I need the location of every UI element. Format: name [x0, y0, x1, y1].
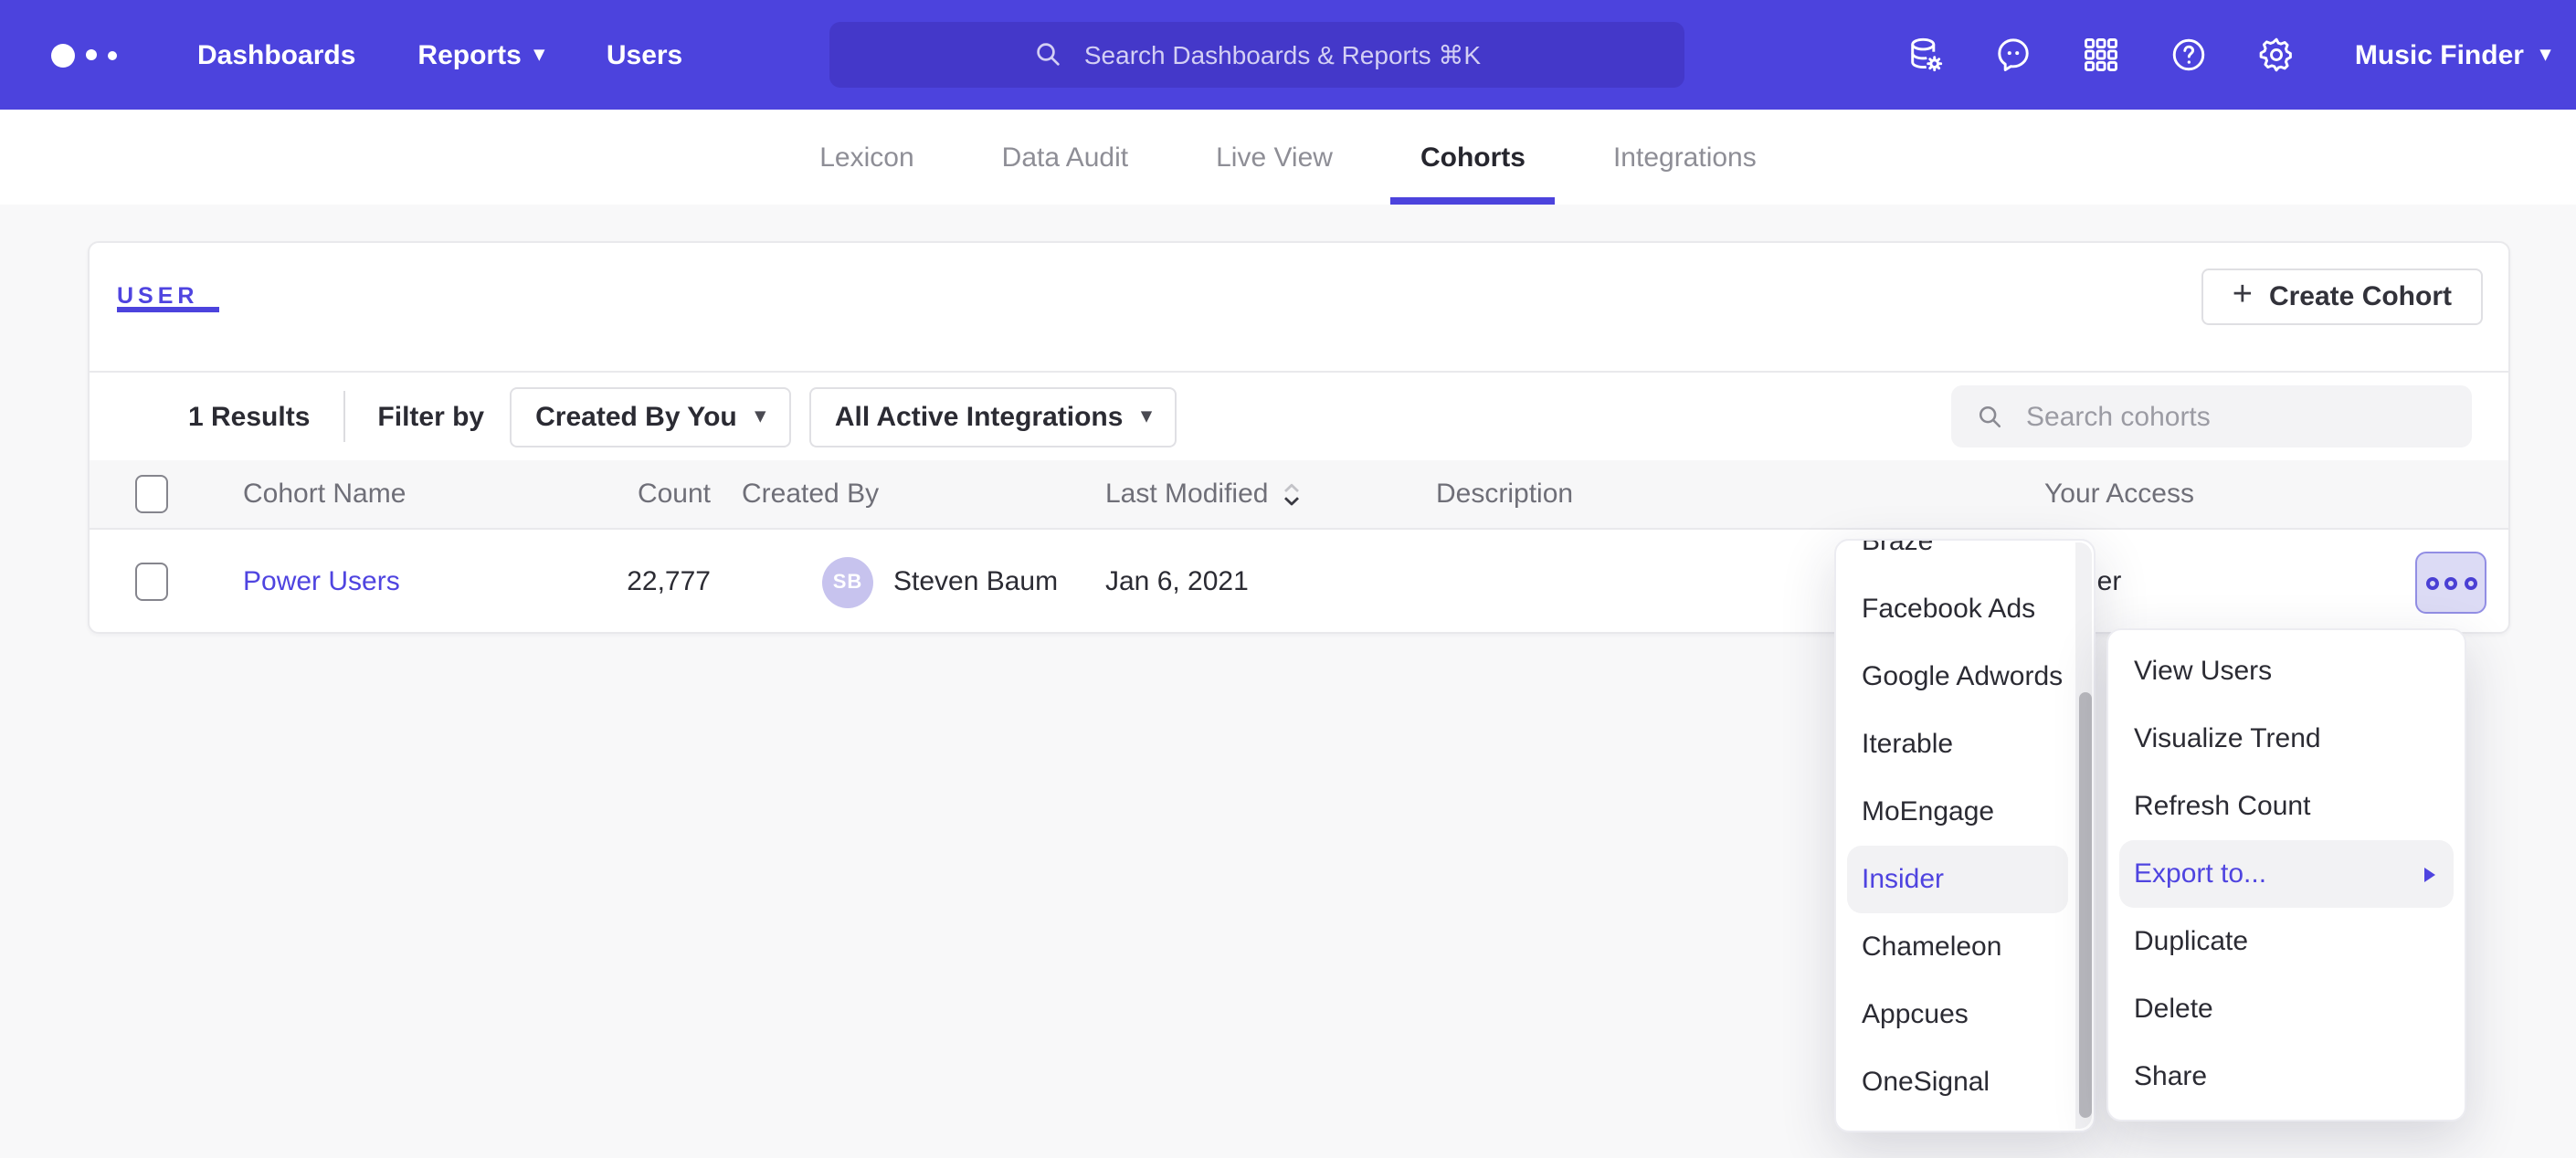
export-destinations-list: Braze Facebook Ads Google Adwords Iterab… [1836, 539, 2094, 1116]
filter-toolbar: 1 Results Filter by Created By You ▾ All… [90, 373, 2508, 460]
chevron-down-icon: ▾ [1141, 406, 1151, 426]
feedback-icon[interactable] [1993, 35, 2033, 75]
menu-item-iterable[interactable]: Iterable [1836, 711, 2094, 778]
data-management-tabs: Lexicon Data Audit Live View Cohorts Int… [0, 110, 2576, 205]
settings-icon[interactable] [2256, 35, 2296, 75]
created-by-filter-dropdown[interactable]: Created By You ▾ [510, 386, 791, 447]
col-your-access: Your Access [2044, 460, 2194, 528]
table-header: Cohort Name Count Created By Last Modifi… [90, 460, 2508, 530]
row-checkbox[interactable] [135, 563, 168, 601]
menu-item-facebook-ads[interactable]: Facebook Ads [1836, 575, 2094, 643]
avatar: SB [822, 556, 873, 607]
export-destinations-menu: Braze Facebook Ads Google Adwords Iterab… [1834, 539, 2096, 1132]
menu-item-appcues[interactable]: Appcues [1836, 981, 2094, 1048]
menu-item-braze[interactable]: Braze [1836, 539, 2094, 575]
chevron-down-icon: ▾ [755, 406, 765, 426]
last-modified-cell: Jan 6, 2021 [1105, 530, 1249, 634]
chevron-down-icon: ▾ [2540, 45, 2550, 65]
search-cohorts-placeholder: Search cohorts [2026, 401, 2211, 432]
plus-icon: + [2233, 278, 2253, 312]
col-cohort-name: Cohort Name [243, 460, 406, 528]
menu-item-share[interactable]: Share [2108, 1043, 2465, 1111]
data-management-icon[interactable] [1906, 35, 1946, 75]
nav-reports[interactable]: Reports▾ [417, 39, 544, 70]
create-cohort-button[interactable]: + Create Cohort [2201, 268, 2483, 325]
nav-dashboards[interactable]: Dashboards [197, 39, 355, 70]
submenu-arrow-icon [2423, 865, 2437, 883]
scrollbar-thumb[interactable] [2079, 692, 2092, 1118]
created-by-cell: SB Steven Baum [822, 530, 1058, 634]
tab-data-audit[interactable]: Data Audit [973, 110, 1157, 205]
menu-item-onesignal[interactable]: OneSignal [1836, 1048, 2094, 1116]
col-count: Count [528, 460, 711, 528]
menu-item-refresh-count[interactable]: Refresh Count [2108, 773, 2465, 840]
navbar-right: Music Finder ▾ [1906, 0, 2550, 110]
top-navbar: Dashboards Reports▾ Users Search Dashboa… [0, 0, 2576, 110]
menu-item-view-users[interactable]: View Users [2108, 637, 2465, 705]
help-icon[interactable] [2169, 35, 2209, 75]
results-count: 1 Results [188, 401, 310, 432]
table-row: Power Users 22,777 SB Steven Baum Jan 6,… [90, 530, 2508, 634]
col-last-modified: Last Modified [1105, 460, 1301, 528]
row-actions-menu: View Users Visualize Trend Refresh Count… [2106, 628, 2466, 1121]
search-cohorts-input[interactable]: Search cohorts [1951, 385, 2472, 447]
apps-grid-icon[interactable] [2081, 35, 2121, 75]
cohorts-card: USER + Create Cohort 1 Results Filter by… [88, 241, 2510, 634]
row-actions-button[interactable] [2415, 552, 2486, 614]
global-search-placeholder: Search Dashboards & Reports ⌘K [1084, 39, 1481, 70]
tab-live-view[interactable]: Live View [1187, 110, 1362, 205]
menu-item-moengage[interactable]: MoEngage [1836, 778, 2094, 846]
created-by-name: Steven Baum [893, 566, 1058, 597]
col-created-by: Created By [742, 460, 879, 528]
project-name: Music Finder [2355, 39, 2524, 70]
menu-item-insider[interactable]: Insider [1847, 846, 2068, 913]
menu-item-duplicate[interactable]: Duplicate [2108, 908, 2465, 975]
menu-item-chameleon[interactable]: Chameleon [1836, 913, 2094, 981]
cohorts-page: Dashboards Reports▾ Users Search Dashboa… [0, 0, 2576, 1158]
nav-users[interactable]: Users [607, 39, 682, 70]
active-tab-underline [117, 306, 219, 312]
select-all-checkbox[interactable] [135, 475, 168, 513]
card-header: USER + Create Cohort [90, 243, 2508, 373]
cohort-name-link[interactable]: Power Users [243, 566, 400, 597]
menu-item-delete[interactable]: Delete [2108, 975, 2465, 1043]
search-icon [1033, 38, 1066, 71]
sort-icon[interactable] [1283, 481, 1301, 507]
menu-item-google-adwords[interactable]: Google Adwords [1836, 643, 2094, 711]
mixpanel-logo-icon[interactable] [51, 43, 117, 67]
search-icon [1975, 401, 2006, 432]
nav-links: Dashboards Reports▾ Users [197, 39, 682, 70]
filter-by-label: Filter by [377, 401, 484, 432]
menu-item-visualize-trend[interactable]: Visualize Trend [2108, 705, 2465, 773]
integrations-filter-dropdown[interactable]: All Active Integrations ▾ [809, 386, 1177, 447]
col-description: Description [1436, 460, 1573, 528]
more-dots-icon [2425, 576, 2438, 589]
project-selector[interactable]: Music Finder ▾ [2355, 39, 2550, 70]
global-search-input[interactable]: Search Dashboards & Reports ⌘K [829, 22, 1684, 88]
tab-cohorts[interactable]: Cohorts [1391, 110, 1555, 205]
tab-integrations[interactable]: Integrations [1584, 110, 1786, 205]
chevron-down-icon: ▾ [534, 45, 544, 65]
tab-lexicon[interactable]: Lexicon [790, 110, 943, 205]
menu-item-export-to[interactable]: Export to... [2119, 840, 2454, 908]
cohort-count: 22,777 [528, 530, 711, 634]
tab-user-cohorts[interactable]: USER [117, 283, 198, 309]
divider [343, 391, 344, 442]
